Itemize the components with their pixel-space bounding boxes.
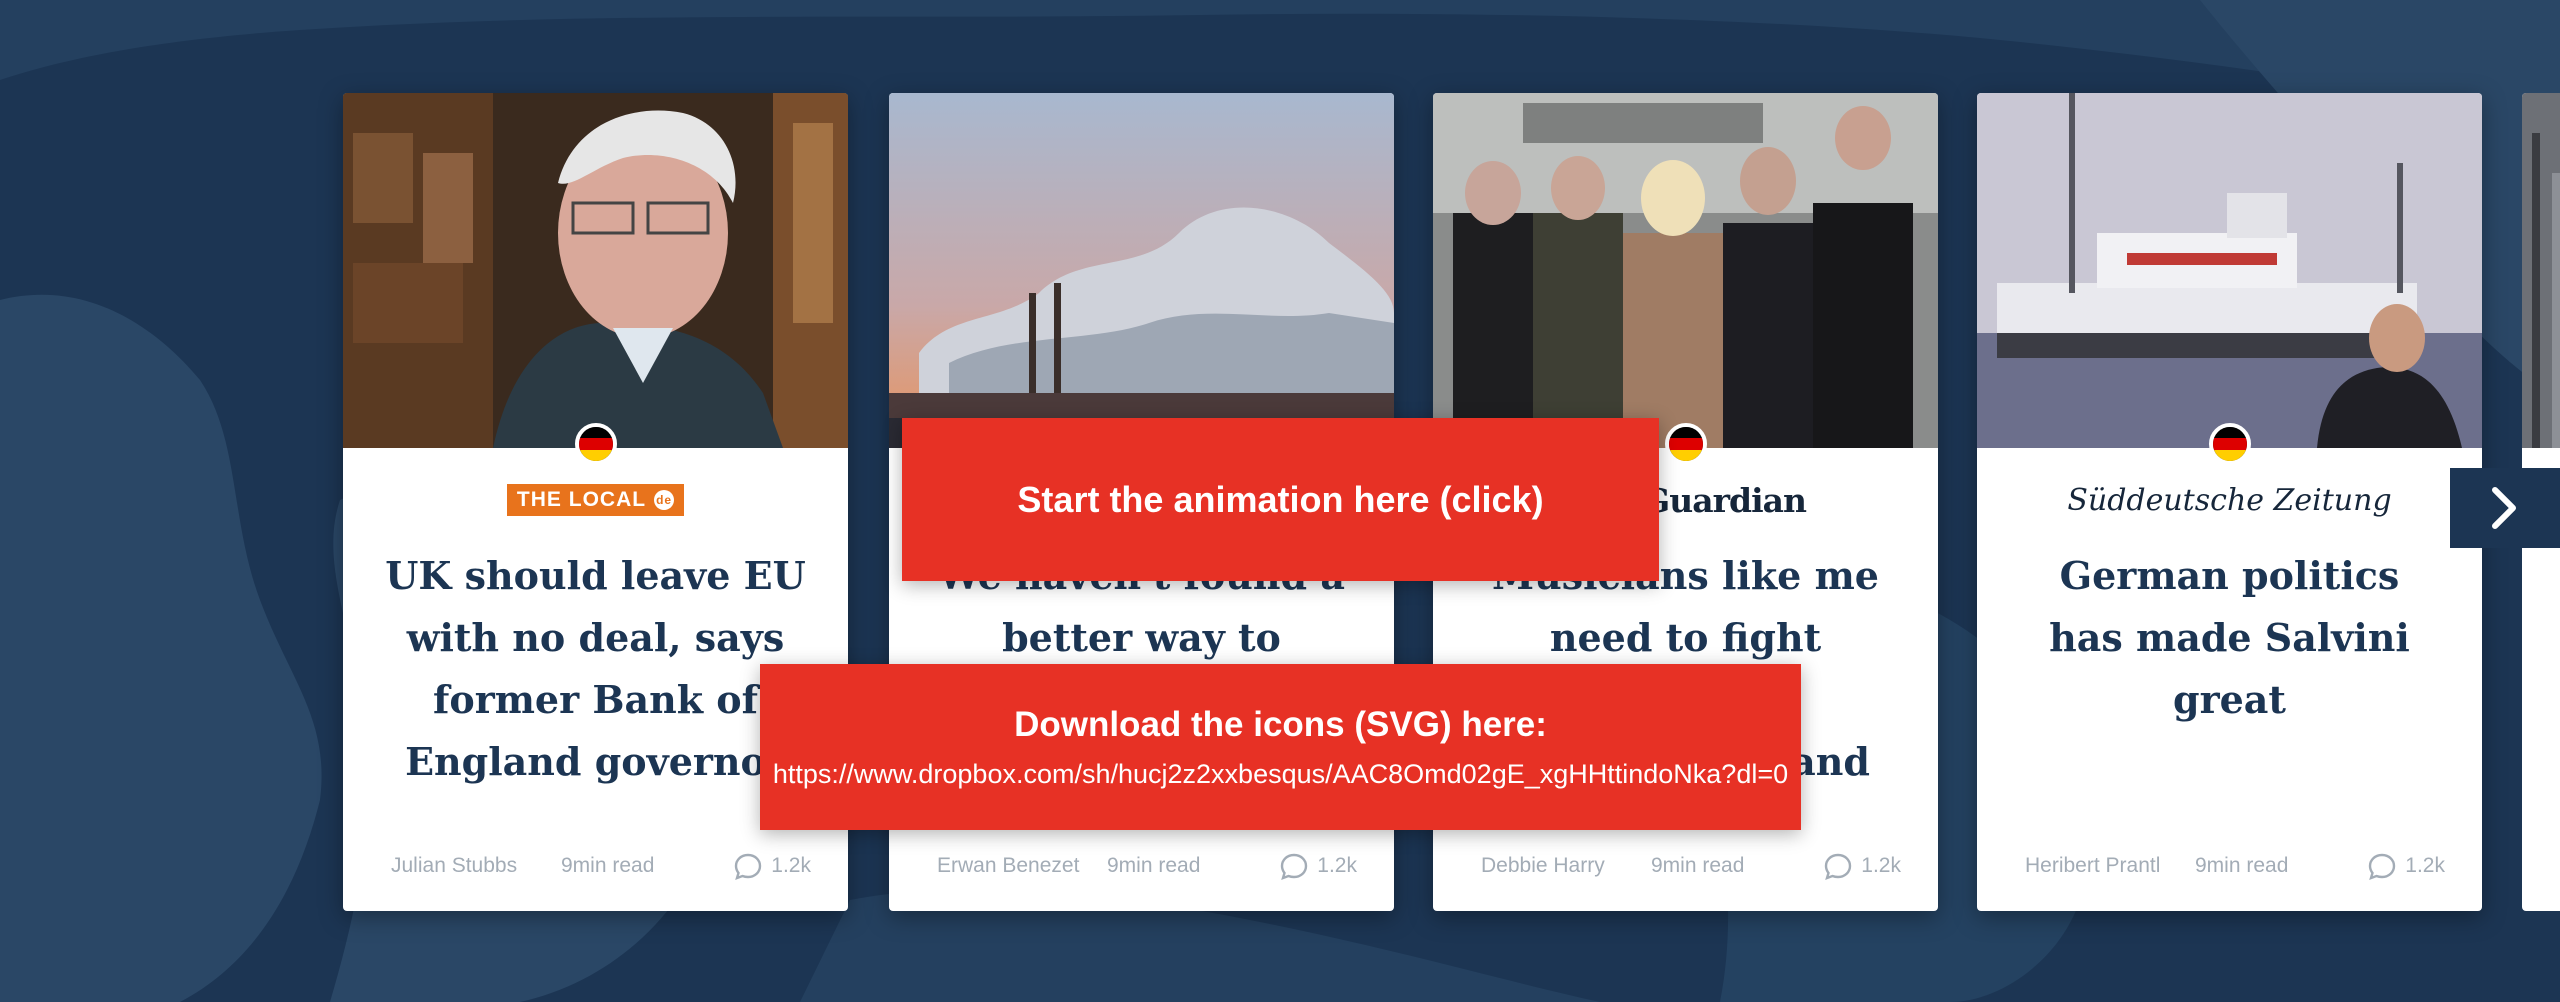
speech-bubble-icon	[1281, 853, 1308, 880]
comments-value: 1.2k	[1861, 854, 1901, 877]
comments-value: 1.2k	[771, 854, 811, 877]
speech-bubble-icon	[2369, 853, 2396, 880]
article-author: Debbie Harry	[1481, 854, 1605, 877]
download-title: Download the icons (SVG) here:	[1014, 704, 1547, 744]
start-animation-label: Start the animation here (click)	[1017, 478, 1544, 520]
article-image-4	[1977, 93, 2482, 448]
article-author: Heribert Prantl	[2025, 854, 2161, 877]
article-author: Julian Stubbs	[391, 854, 518, 877]
start-animation-button[interactable]: Start the animation here (click)	[902, 418, 1659, 581]
article-card-4[interactable]: Süddeutsche Zeitung German politics has …	[1977, 93, 2482, 911]
article-image-1	[343, 93, 848, 448]
article-image-2	[889, 93, 1394, 448]
article-read-time: 9min read	[2195, 854, 2289, 877]
article-read-time: 9min read	[1651, 854, 1745, 877]
publisher-name: THE LOCAL	[516, 488, 647, 511]
article-meta: Heribert Prantl 9min read 1.2k	[2025, 851, 2445, 881]
article-read-time: 9min read	[561, 854, 655, 877]
comments-count[interactable]: 1.2k	[1279, 851, 1357, 881]
chevron-right-icon	[2492, 487, 2516, 529]
download-icons-panel[interactable]: Download the icons (SVG) here: https://w…	[760, 664, 1801, 830]
comments-value: 1.2k	[1317, 854, 1357, 877]
germany-flag-icon	[575, 423, 617, 465]
publisher-logo: Süddeutsche Zeitung	[1977, 475, 2482, 525]
germany-flag-icon	[1665, 423, 1707, 465]
speech-bubble-icon	[1825, 853, 1852, 880]
publisher-badge: de	[654, 490, 675, 510]
article-meta: Debbie Harry 9min read 1.2k	[1481, 851, 1901, 881]
article-headline[interactable]: German politics has made Salvini great	[2017, 545, 2442, 731]
next-button[interactable]	[2450, 468, 2560, 548]
article-meta: Erwan Benezet 9min read 1.2k	[937, 851, 1357, 881]
comments-count[interactable]: 1.2k	[2367, 851, 2445, 881]
publisher-logo: THE LOCAL de	[343, 475, 848, 525]
article-read-time: 9min read	[1107, 854, 1201, 877]
article-image-3	[1433, 93, 1938, 448]
article-headline[interactable]: UK should leave EU with no deal, says fo…	[383, 545, 808, 793]
comments-value: 1.2k	[2405, 854, 2445, 877]
speech-bubble-icon	[735, 853, 762, 880]
germany-flag-icon	[2209, 423, 2251, 465]
publisher-name: Süddeutsche Zeitung	[2067, 482, 2392, 518]
article-meta: Julian Stubbs 9min read 1.2k	[391, 851, 811, 881]
article-author: Erwan Benezet	[937, 854, 1080, 877]
comments-count[interactable]: 1.2k	[733, 851, 811, 881]
comments-count[interactable]: 1.2k	[1823, 851, 1901, 881]
download-link[interactable]: https://www.dropbox.com/sh/hucj2z2xxbesq…	[773, 759, 1788, 790]
